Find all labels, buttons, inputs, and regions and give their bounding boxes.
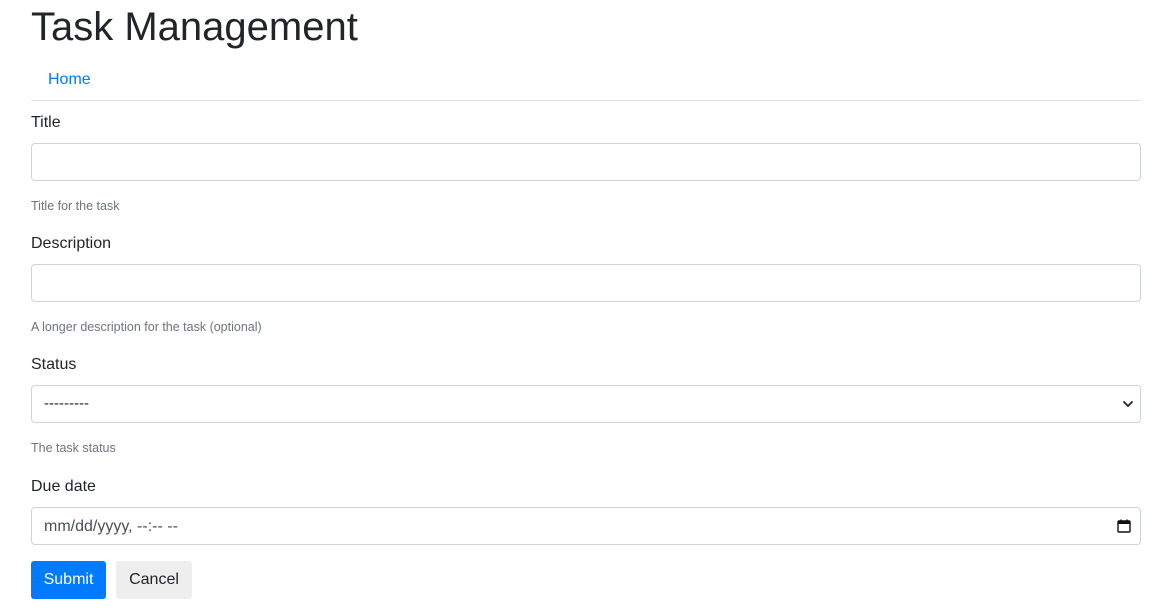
status-help-text: The task status xyxy=(31,441,116,455)
nav-bar: Home xyxy=(31,60,1141,101)
title-input[interactable] xyxy=(31,143,1141,181)
due-date-input[interactable]: mm/dd/yyyy, --:-- -- xyxy=(31,507,1141,545)
status-selected-value: --------- xyxy=(44,395,89,412)
description-help-text: A longer description for the task (optio… xyxy=(31,320,262,334)
due-date-placeholder: mm/dd/yyyy, --:-- -- xyxy=(44,518,178,535)
status-select[interactable]: --------- xyxy=(31,385,1141,423)
description-input[interactable] xyxy=(31,264,1141,302)
nav-item-home[interactable]: Home xyxy=(48,70,91,89)
description-label: Description xyxy=(31,235,112,252)
cancel-button[interactable]: Cancel xyxy=(116,561,192,599)
title-help-text: Title for the task xyxy=(31,199,120,213)
page-title: Task Management xyxy=(31,5,358,49)
submit-button[interactable]: Submit xyxy=(31,561,106,599)
due-date-label: Due date xyxy=(31,478,96,495)
calendar-icon[interactable] xyxy=(1117,519,1131,533)
status-label: Status xyxy=(31,356,77,373)
chevron-down-icon xyxy=(1123,401,1133,407)
title-label: Title xyxy=(31,114,61,131)
